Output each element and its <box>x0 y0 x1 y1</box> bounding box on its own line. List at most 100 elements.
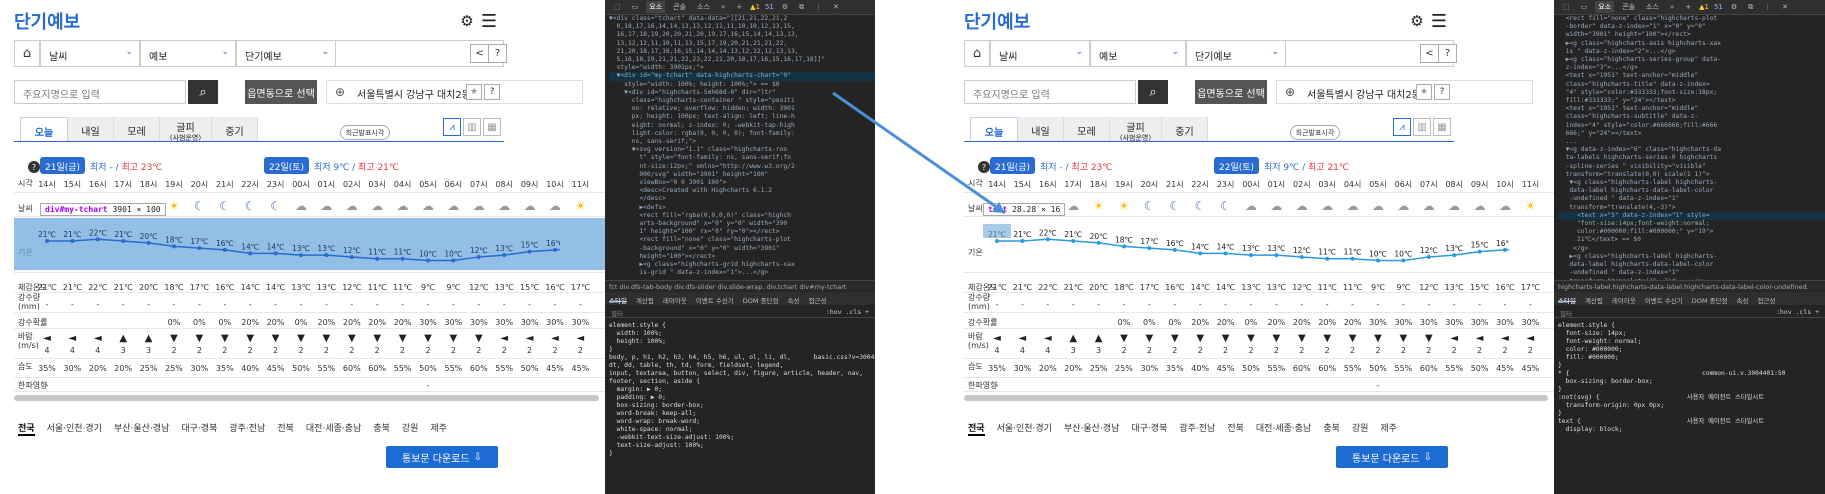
region-tab[interactable]: 대구·경북 <box>1131 421 1167 436</box>
warning-badge[interactable]: ▲1 <box>750 3 760 11</box>
select-shortterm[interactable]: 단기예보 ⌄ <box>1186 40 1286 67</box>
more-icon[interactable]: ⋮ <box>1761 2 1774 12</box>
more-tabs-icon[interactable]: » <box>718 2 728 12</box>
style-rule-line[interactable]: -webkit-text-size-adjust: 100%; <box>609 434 875 442</box>
help-icon[interactable]: ? <box>488 44 507 63</box>
style-pane-tab[interactable]: 속성 <box>788 295 800 305</box>
graph-view-icon[interactable]: ⩘ <box>443 118 461 136</box>
dom-tree-line[interactable]: nt-size:12px;" xmlns="http://www.w3.org/… <box>609 163 875 171</box>
location-select-button[interactable]: 읍면동으로 선택 <box>245 80 317 104</box>
region-tab[interactable]: 전국 <box>18 421 35 436</box>
style-pane-tab[interactable]: 접근성 <box>1758 295 1776 305</box>
style-rule-line[interactable]: } <box>609 450 875 458</box>
location-select-button[interactable]: 읍면동으로 선택 <box>1195 80 1267 104</box>
device-icon[interactable]: ▭ <box>1578 2 1591 12</box>
select-weather[interactable]: 날씨 ⌄ <box>990 40 1090 67</box>
dom-tree-line[interactable]: px; height: 100px; text-align: left; lin… <box>609 113 875 121</box>
device-icon[interactable]: ▭ <box>629 2 642 12</box>
tab-4[interactable]: 중기 <box>1162 117 1208 142</box>
dom-tree-line[interactable]: 5,16,18,19,21,21,22,23,22,21,20,18,17,16… <box>609 56 875 64</box>
style-pane-tab[interactable]: DOM 중단점 <box>743 295 779 305</box>
dom-tree-line[interactable]: t" style="font-family: ns, sans-serif;fo <box>609 154 875 162</box>
dom-tree-line[interactable]: ▼<div id="highcharts-5mh68d-0" dir="ltr" <box>609 89 875 97</box>
style-rule-line[interactable]: transform-origin: 0px 0px; <box>1558 402 1825 410</box>
style-rule-line[interactable]: word-break: keep-all; <box>609 410 875 418</box>
dom-tree-line[interactable]: data-label highcharts-data-label-color <box>1558 187 1825 195</box>
devtools-tab[interactable]: 콘솔 <box>1619 1 1638 13</box>
style-rule-line[interactable]: font-size: 14px; <box>1558 330 1825 338</box>
select-forecast[interactable]: 예보 ⌄ <box>140 40 236 67</box>
style-pane-tab[interactable]: 스타일 <box>609 295 627 305</box>
devtools-tab[interactable]: 소스 <box>1643 1 1662 13</box>
style-rule-line[interactable]: height: 100%; <box>609 338 875 346</box>
dom-tree-line[interactable]: "4" style="color:#333333;font-size:18px; <box>1558 89 1825 97</box>
tab-0[interactable]: 오늘 <box>970 117 1018 142</box>
dom-tree-line[interactable]: -border" data-z-index="1" x="0" y="0" <box>1558 23 1825 31</box>
download-button[interactable]: 통보문 다운로드 ⇩ <box>1336 446 1448 468</box>
style-rule-line[interactable]: } <box>1558 386 1825 394</box>
bar-view-icon[interactable]: ▥ <box>1413 118 1431 136</box>
search-icon[interactable]: ⌕ <box>188 80 218 104</box>
style-rule-line[interactable]: } <box>609 346 875 354</box>
devtools-tab[interactable]: 콘솔 <box>670 1 689 13</box>
style-rule-line[interactable]: input, textarea, button, select, div, fi… <box>609 370 875 378</box>
dom-tree-line[interactable]: z-index="3">...</g> <box>1558 64 1825 72</box>
dom-tree-line[interactable]: </g> <box>1558 245 1825 253</box>
dom-tree-line[interactable]: arts-background" x="0" y="0" width="390 <box>609 220 875 228</box>
style-rule-line[interactable]: element.style { <box>1558 322 1825 330</box>
region-tab[interactable]: 강원 <box>1352 421 1369 436</box>
hamburger-menu-icon[interactable]: ☰ <box>480 11 498 32</box>
dom-tree-line[interactable]: -spline-series " visibility="visible" <box>1558 163 1825 171</box>
share-icon[interactable]: ⧉ <box>1745 2 1756 13</box>
more-icon[interactable]: ⋮ <box>812 2 825 12</box>
dom-tree-line[interactable]: 000/svg" width="3901" height="100" <box>609 171 875 179</box>
favorite-star-icon[interactable]: ★ <box>466 84 482 100</box>
table-view-icon[interactable]: ▦ <box>1433 118 1451 136</box>
dom-tree-line[interactable]: style="width: 3901px;"> <box>609 64 875 72</box>
dom-tree-line[interactable]: ▶<defs> <box>609 204 875 212</box>
dom-tree-line[interactable]: 13,12,12,11,10,11,13,15,17,19,20,21,21,2… <box>609 40 875 48</box>
region-tab[interactable]: 충북 <box>373 421 390 436</box>
dom-tree-line[interactable]: class="highcharts-subtitle" data-z- <box>1558 113 1825 121</box>
style-rule-line[interactable]: box-sizing: border-box; <box>609 402 875 410</box>
share-icon[interactable]: < <box>470 44 489 63</box>
chart-help-icon[interactable]: ? <box>28 161 40 173</box>
dom-tree-line[interactable]: 0,18,17,16,14,14,13,13,12,11,11,10,10,12… <box>609 23 875 31</box>
region-tab[interactable]: 서울·인천·경기 <box>47 421 102 436</box>
share-icon[interactable]: ⧉ <box>796 2 807 13</box>
style-rule-line[interactable]: element.style { <box>609 322 875 330</box>
region-tab[interactable]: 강원 <box>402 421 419 436</box>
style-pane-tab[interactable]: 계산됨 <box>1585 295 1603 305</box>
select-weather[interactable]: 날씨 ⌄ <box>40 40 140 67</box>
dom-tree-line[interactable]: <text x="5" data-z-index="1" style= <box>1558 211 1825 221</box>
search-input[interactable]: 주요지명으로 입력 <box>964 80 1136 104</box>
style-rule-line[interactable]: padding: ▶ 0; <box>609 394 875 402</box>
more-tabs-icon[interactable]: » <box>1667 2 1677 12</box>
info-badge[interactable]: 51 <box>765 3 774 11</box>
dom-tree-line[interactable]: height="100"></rect> <box>609 253 875 261</box>
add-tab-icon[interactable]: + <box>733 2 745 12</box>
dom-tree-line[interactable]: index="4" style="color:#666666;fill:#666 <box>1558 122 1825 130</box>
region-tab[interactable]: 대전·세종·충남 <box>306 421 361 436</box>
style-pane-tab[interactable]: 이벤트 수신기 <box>1645 295 1683 305</box>
dom-tree-line[interactable]: viewBox="0 0 3901 100"> <box>609 179 875 187</box>
info-badge[interactable]: 51 <box>1714 3 1723 11</box>
dom-tree-line[interactable]: width="3901" height="100"></rect> <box>1558 31 1825 39</box>
settings-gear-icon[interactable]: ⚙ <box>1408 12 1426 30</box>
dom-tree-line[interactable]: 16,17,18,19,20,20,21,20,19,17,16,15,14,1… <box>609 31 875 39</box>
dom-tree-line[interactable]: ▶<g class="highcharts-axis highcharts-xa… <box>1558 40 1825 48</box>
devtools-tab[interactable]: 요소 <box>646 1 666 13</box>
add-tab-icon[interactable]: + <box>1682 2 1694 12</box>
dom-tree-line[interactable]: 21,20,18,17,16,16,15,14,14,14,13,12,12,1… <box>609 48 875 56</box>
inspect-icon[interactable]: ⬚ <box>611 2 624 12</box>
region-tab[interactable]: 서울·인천·경기 <box>997 421 1052 436</box>
dom-tree-line[interactable]: class="highcharts-title" data-z-index= <box>1558 81 1825 89</box>
region-tab[interactable]: 광주·전남 <box>1179 421 1215 436</box>
tab-1[interactable]: 내일 <box>1018 117 1064 142</box>
search-icon[interactable]: ⌕ <box>1138 80 1168 104</box>
dom-tree-line[interactable]: 1" height="100" rx="0" ry="0"></rect> <box>609 228 875 236</box>
dom-tree-line[interactable]: <rect fill="rgba(0,0,0,0)" class="highch <box>609 212 875 220</box>
region-tab[interactable]: 제주 <box>430 421 447 436</box>
dom-tree-line[interactable]: <rect fill="none" class="highcharts-plot <box>609 236 875 244</box>
tab-0[interactable]: 오늘 <box>20 117 68 142</box>
